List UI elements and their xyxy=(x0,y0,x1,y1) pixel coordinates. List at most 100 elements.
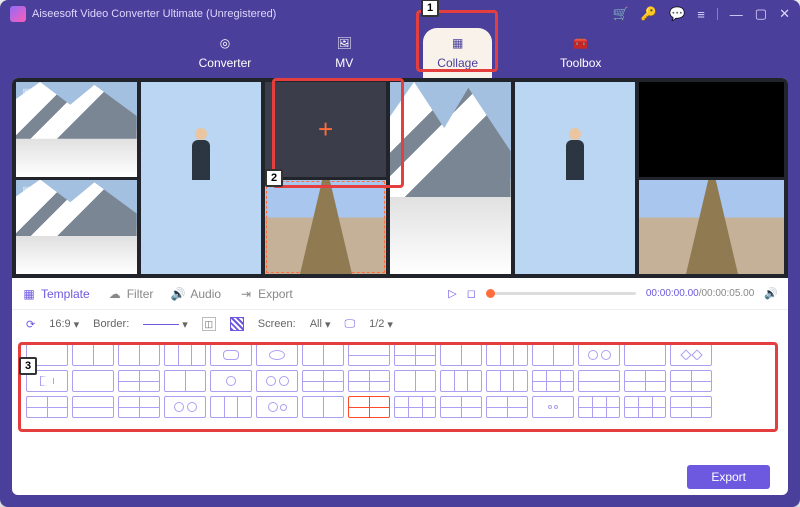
border-color-picker[interactable]: ◫ xyxy=(202,317,216,331)
app-window: Aiseesoft Video Converter Ultimate (Unre… xyxy=(0,0,800,507)
add-icon: + xyxy=(318,114,333,145)
preview-col-3: + xyxy=(265,82,386,274)
template-item[interactable] xyxy=(72,344,114,366)
template-item[interactable] xyxy=(578,370,620,392)
preview-slot[interactable] xyxy=(639,82,784,177)
template-item[interactable] xyxy=(210,344,252,366)
template-item[interactable] xyxy=(486,396,528,418)
tab-mv[interactable]: 🖼 MV xyxy=(319,28,369,78)
media-icon: ▣ xyxy=(22,86,32,99)
border-style-dropdown[interactable]: ▾ xyxy=(143,318,188,331)
preview-slot[interactable] xyxy=(515,82,636,274)
template-item[interactable] xyxy=(532,370,574,392)
template-item[interactable] xyxy=(532,396,574,418)
template-item-selected[interactable] xyxy=(348,396,390,418)
template-item[interactable] xyxy=(118,344,160,366)
preview-slot-empty[interactable]: + xyxy=(265,82,386,177)
page-dropdown[interactable]: 1/2 ▾ xyxy=(369,318,393,331)
timecode: 00:00:00.00/00:00:05.00 xyxy=(646,288,754,299)
collage-icon: ▦ xyxy=(447,34,469,52)
main-tabs: ◎ Converter 🖼 MV ▦ Collage 🧰 Toolbox xyxy=(0,28,800,78)
template-item[interactable] xyxy=(164,396,206,418)
close-icon[interactable]: ✕ xyxy=(779,6,790,22)
ratio-value: 16:9 xyxy=(49,318,70,330)
cart-icon[interactable]: 🛒 xyxy=(613,6,629,22)
template-item[interactable] xyxy=(440,344,482,366)
template-item[interactable] xyxy=(394,344,436,366)
template-item[interactable] xyxy=(486,370,528,392)
template-item[interactable] xyxy=(118,396,160,418)
template-item[interactable] xyxy=(26,370,68,392)
feedback-icon[interactable]: 💬 xyxy=(669,6,685,22)
template-item[interactable] xyxy=(670,370,712,392)
filter-icon: ☁ xyxy=(108,287,122,301)
template-item[interactable] xyxy=(256,370,298,392)
subtab-template[interactable]: ▦ Template xyxy=(22,287,90,301)
converter-icon: ◎ xyxy=(214,34,236,52)
ratio-icon: ⟳ xyxy=(26,318,35,331)
template-item[interactable] xyxy=(578,344,620,366)
template-item[interactable] xyxy=(26,396,68,418)
play-icon[interactable]: ▷ xyxy=(448,287,456,300)
tab-toolbox[interactable]: 🧰 Toolbox xyxy=(546,28,615,78)
template-item[interactable] xyxy=(72,370,114,392)
template-item[interactable] xyxy=(72,396,114,418)
export-button[interactable]: Export xyxy=(687,465,770,489)
template-item[interactable] xyxy=(624,396,666,418)
template-item[interactable] xyxy=(302,370,344,392)
border-label: Border: xyxy=(93,318,129,330)
template-item[interactable] xyxy=(256,344,298,366)
preview-slot[interactable]: ▣ xyxy=(16,180,137,275)
key-icon[interactable]: 🔑 xyxy=(641,6,657,22)
playback-track[interactable] xyxy=(486,292,636,295)
template-item[interactable] xyxy=(348,370,390,392)
template-item[interactable] xyxy=(210,370,252,392)
template-item[interactable] xyxy=(440,396,482,418)
ratio-dropdown[interactable]: 16:9 ▾ xyxy=(49,318,79,331)
menu-icon[interactable]: ≡ xyxy=(697,7,705,22)
template-item[interactable] xyxy=(26,344,68,366)
template-item[interactable] xyxy=(164,370,206,392)
template-item[interactable] xyxy=(348,344,390,366)
maximize-icon[interactable]: ▢ xyxy=(755,6,767,22)
border-pattern[interactable] xyxy=(230,317,244,331)
subtab-export[interactable]: ⇥ Export xyxy=(239,287,293,301)
template-item[interactable] xyxy=(670,396,712,418)
template-item[interactable] xyxy=(486,344,528,366)
template-item[interactable] xyxy=(256,396,298,418)
screen-value: All xyxy=(310,318,322,330)
volume-icon[interactable]: 🔊 xyxy=(764,287,778,300)
preview-slot[interactable] xyxy=(639,180,784,275)
subtab-label: Export xyxy=(258,287,293,301)
preview-slot[interactable]: ▣ xyxy=(16,82,137,177)
template-item[interactable] xyxy=(624,344,666,366)
app-icon xyxy=(10,6,26,22)
tab-label: Converter xyxy=(199,56,252,70)
template-item[interactable] xyxy=(532,344,574,366)
template-item[interactable] xyxy=(164,344,206,366)
toolbox-icon: 🧰 xyxy=(570,34,592,52)
stop-icon[interactable]: ◻ xyxy=(467,287,476,300)
tab-converter[interactable]: ◎ Converter xyxy=(185,28,266,78)
preview-slot[interactable] xyxy=(265,180,386,275)
subtab-audio[interactable]: 🔊 Audio xyxy=(171,287,221,301)
playhead[interactable] xyxy=(486,289,495,298)
template-options: ⟳ 16:9 ▾ Border: ▾ ◫ Screen: All ▾ 🖵 1/2… xyxy=(12,310,788,338)
template-item[interactable] xyxy=(118,370,160,392)
minimize-icon[interactable]: — xyxy=(730,7,743,22)
preview-slot[interactable] xyxy=(141,82,262,274)
template-item[interactable] xyxy=(302,344,344,366)
screen-dropdown[interactable]: All ▾ xyxy=(310,318,331,331)
template-item[interactable] xyxy=(440,370,482,392)
tab-collage[interactable]: ▦ Collage xyxy=(423,28,492,78)
subtab-filter[interactable]: ☁ Filter xyxy=(108,287,154,301)
template-item[interactable] xyxy=(624,370,666,392)
template-item[interactable] xyxy=(210,396,252,418)
template-item[interactable] xyxy=(670,344,712,366)
tab-label: MV xyxy=(335,56,353,70)
template-item[interactable] xyxy=(394,396,436,418)
template-item[interactable] xyxy=(394,370,436,392)
template-item[interactable] xyxy=(302,396,344,418)
preview-slot[interactable] xyxy=(390,82,511,274)
template-item[interactable] xyxy=(578,396,620,418)
